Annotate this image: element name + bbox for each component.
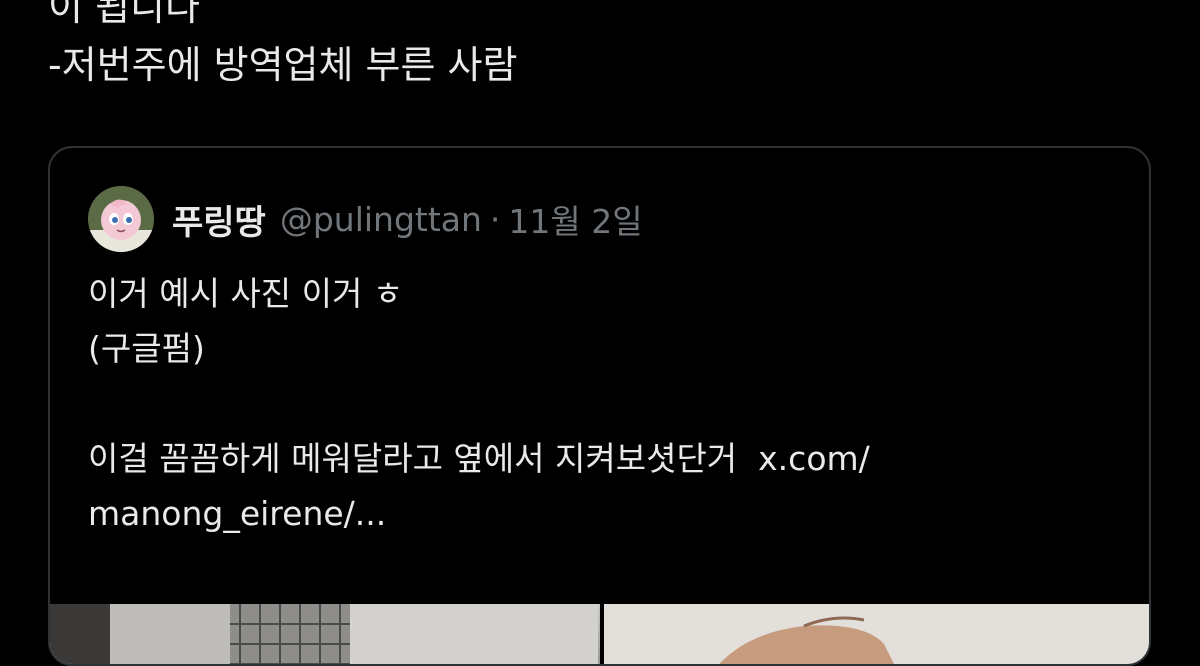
- body-text: 이걸 꼼꼼하게 메워달라고 옆에서 지켜보셧단거: [88, 439, 738, 478]
- author-display-name[interactable]: 푸링땅: [172, 195, 266, 244]
- main-tweet-line: -저번주에 방역업체 부른 사람: [48, 43, 518, 87]
- body-blank-line: [88, 376, 1108, 431]
- quoted-tweet-card[interactable]: 푸링땅 @pulingttan · 11월 2일 이거 예시 사진 이거 ㅎ (…: [48, 146, 1151, 666]
- hand-photo: [603, 604, 1149, 664]
- body-line: (구글펌): [88, 329, 205, 368]
- separator-dot: ·: [489, 199, 501, 239]
- tweet-link[interactable]: x.com/: [758, 439, 870, 478]
- main-tweet-text: 이 됩니다 -저번주에 방역업체 부른 사람: [48, 0, 517, 94]
- media-photo-left[interactable]: [50, 604, 600, 664]
- media-grid: [50, 604, 1149, 664]
- body-line: manong_eirene/...: [88, 486, 1108, 541]
- tweet-link-continued[interactable]: manong_eirene/...: [88, 494, 386, 533]
- tiled-wall-photo: [50, 604, 598, 664]
- quoted-tweet-body: 이거 예시 사진 이거 ㅎ (구글펌) 이걸 꼼꼼하게 메워달라고 옆에서 지켜…: [88, 266, 1108, 541]
- body-line: 이거 예시 사진 이거 ㅎ: [88, 274, 404, 313]
- author-handle[interactable]: @pulingttan: [280, 200, 482, 239]
- quoted-tweet-header: 푸링땅 @pulingttan · 11월 2일: [88, 186, 643, 252]
- tweet-date[interactable]: 11월 2일: [508, 195, 642, 243]
- main-tweet-line: 이 됩니다: [48, 0, 200, 29]
- body-line: 이걸 꼼꼼하게 메워달라고 옆에서 지켜보셧단거 x.com/: [88, 431, 1108, 486]
- avatar[interactable]: [88, 186, 154, 252]
- media-photo-right[interactable]: [603, 604, 1149, 664]
- jigglypuff-avatar-icon: [88, 186, 154, 252]
